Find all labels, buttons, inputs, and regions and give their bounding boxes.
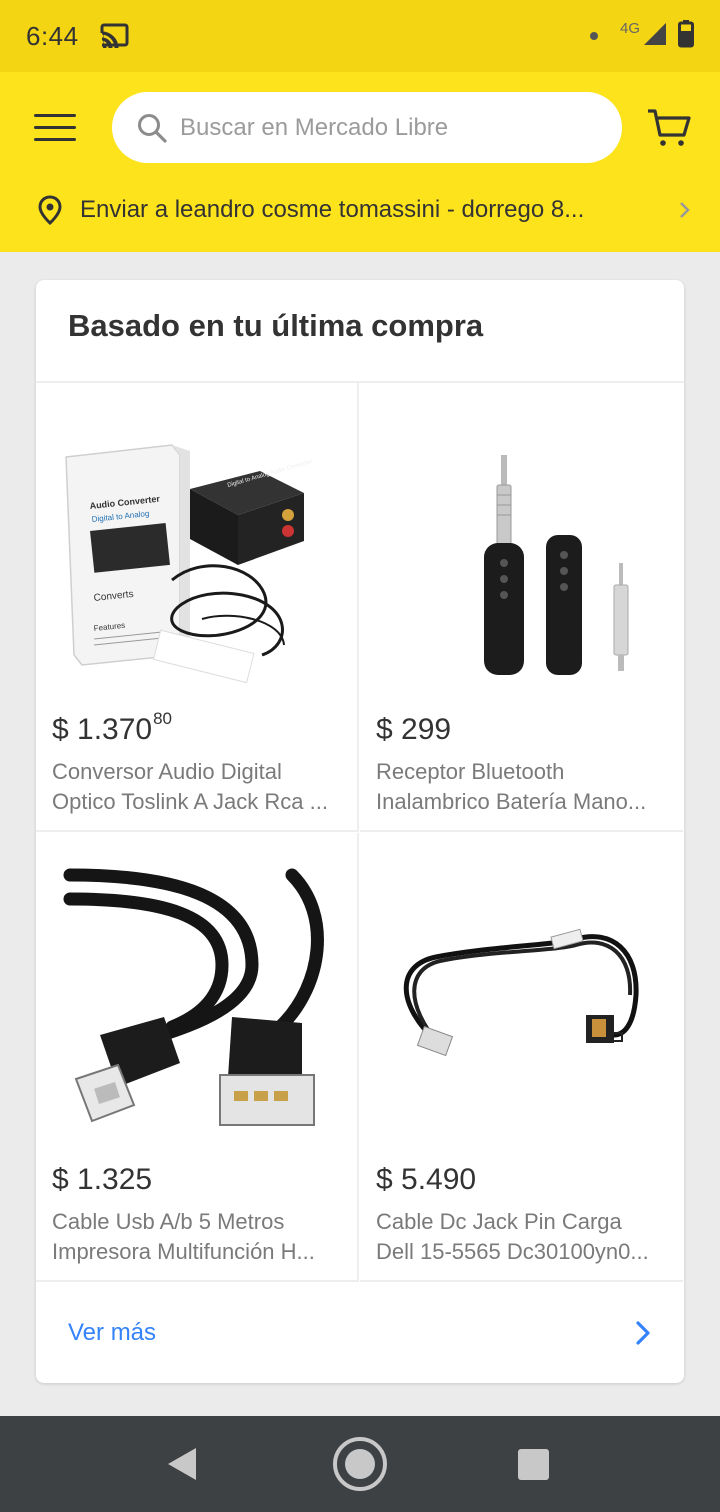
cast-icon [98, 23, 129, 49]
product-card[interactable]: Audio Converter Digital to Analog Conver… [36, 383, 359, 832]
home-icon[interactable] [331, 1435, 389, 1498]
product-grid: Audio Converter Digital to Analog Conver… [36, 381, 684, 1282]
product-image [376, 855, 666, 1145]
notification-dot [589, 32, 598, 40]
location-pin-icon [36, 194, 64, 226]
see-more-link[interactable]: Ver más [36, 1283, 684, 1383]
product-card[interactable]: $ 299 Receptor Bluetooth Inalambrico Bat… [360, 383, 683, 832]
hamburger-icon[interactable] [34, 112, 78, 144]
price-cents: 80 [153, 709, 173, 728]
app-header: Buscar en Mercado Libre Enviar a leandro… [0, 72, 720, 252]
address-text: Enviar a leandro cosme tomassini - dorre… [80, 196, 585, 223]
see-more-label: Ver más [68, 1319, 157, 1346]
search-input[interactable]: Buscar en Mercado Libre [112, 92, 622, 163]
product-title: Cable Usb A/b 5 Metros Impresora Multifu… [52, 1209, 315, 1264]
product-title: Cable Dc Jack Pin Carga Dell 15-5565 Dc3… [376, 1209, 649, 1264]
product-image [376, 405, 666, 695]
product-price: $ 299 [376, 713, 452, 746]
status-time: 6:44 [26, 20, 79, 51]
product-card[interactable]: $ 5.490 Cable Dc Jack Pin Carga Dell 15-… [360, 833, 683, 1282]
back-icon[interactable] [166, 1446, 198, 1487]
recommendations-card: Basado en tu última compra Audio Convert… [36, 280, 684, 1383]
chevron-right-icon [634, 1320, 652, 1346]
signal-icon [642, 21, 668, 52]
section-title: Basado en tu última compra [68, 308, 484, 343]
status-bar: 6:44 4G [0, 0, 720, 72]
cart-icon[interactable] [646, 108, 692, 148]
product-title: Conversor Audio Digital Optico Toslink A… [52, 759, 328, 814]
product-card[interactable]: $ 1.325 Cable Usb A/b 5 Metros Impresora… [36, 833, 359, 1282]
product-title: Receptor Bluetooth Inalambrico Batería M… [376, 759, 647, 814]
product-price: $ 1.37080 [52, 709, 173, 746]
status-indicators: 4G [589, 19, 694, 53]
network-type: 4G [619, 19, 640, 37]
shipping-address[interactable]: Enviar a leandro cosme tomassini - dorre… [36, 190, 692, 230]
product-price: $ 1.325 [52, 1163, 153, 1196]
search-placeholder: Buscar en Mercado Libre [180, 113, 449, 141]
search-icon [136, 112, 168, 144]
recent-apps-icon[interactable] [518, 1449, 549, 1480]
product-price: $ 5.490 [376, 1163, 477, 1196]
battery-icon [678, 19, 694, 53]
product-image: Audio Converter Digital to Analog Conver… [52, 405, 342, 695]
chevron-right-icon [676, 200, 692, 220]
system-navigation-bar [0, 1416, 720, 1512]
product-image [52, 855, 342, 1145]
